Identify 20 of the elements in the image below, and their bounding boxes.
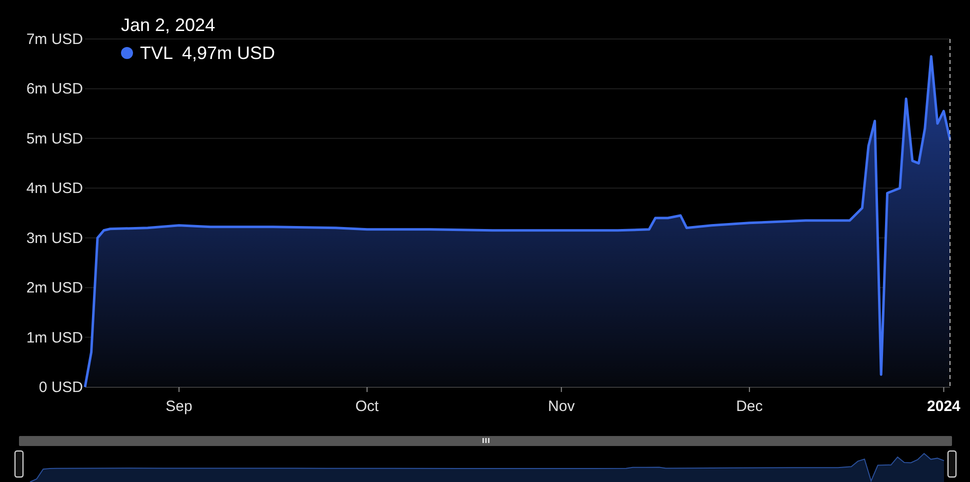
- x-axis-label: Nov: [548, 398, 575, 415]
- x-axis-label: Dec: [736, 398, 763, 415]
- tooltip-date: Jan 2, 2024: [121, 14, 216, 36]
- y-axis-label: 5m USD: [26, 130, 83, 148]
- y-axis-label: 3m USD: [26, 230, 83, 247]
- y-axis-label: 0 USD: [38, 379, 83, 396]
- y-axis-label: 6m USD: [26, 80, 83, 98]
- series-name: TVL: [140, 42, 174, 64]
- y-axis-label: 2m USD: [26, 280, 83, 297]
- y-axis-label: 1m USD: [26, 329, 83, 346]
- x-axis-label: Oct: [355, 398, 379, 415]
- zoom-slider-bar[interactable]: [19, 436, 952, 446]
- y-axis-label: 7m USD: [26, 31, 83, 48]
- x-axis-label: Sep: [166, 398, 192, 415]
- y-axis-label: 4m USD: [26, 180, 83, 198]
- range-handle[interactable]: [947, 450, 957, 478]
- grip-icon[interactable]: [482, 438, 490, 443]
- x-axis-label: 2024: [927, 398, 960, 415]
- range-handle[interactable]: [14, 450, 24, 478]
- series-value: 4,97m USD: [182, 42, 276, 64]
